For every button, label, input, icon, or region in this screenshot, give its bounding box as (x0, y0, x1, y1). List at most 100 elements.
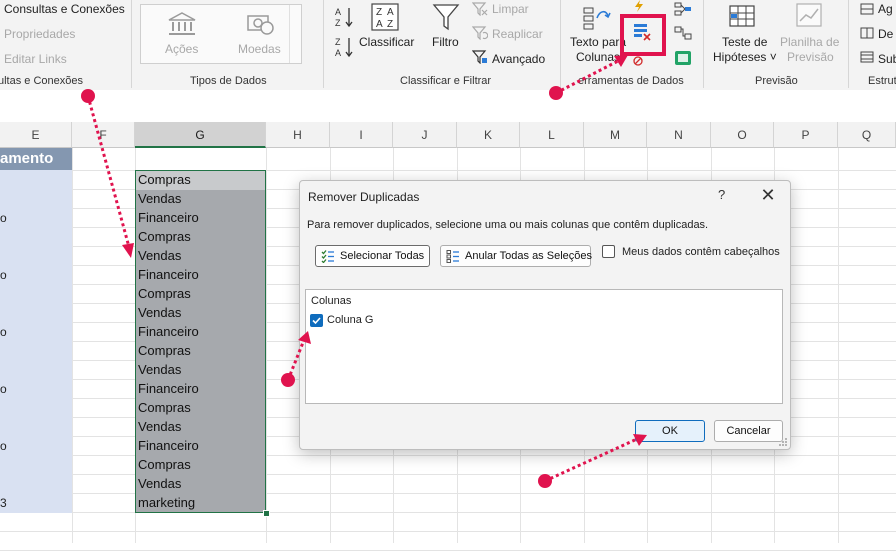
what-if-analysis-button[interactable]: Teste de (722, 35, 767, 49)
queries-connections-button[interactable]: Consultas e Conexões (4, 2, 125, 16)
cell-g[interactable]: Vendas (138, 362, 181, 377)
column-g-checkbox[interactable] (310, 314, 323, 327)
cell-g[interactable]: Financeiro (138, 324, 199, 339)
column-header-o[interactable]: O (711, 122, 774, 148)
ribbon: Consultas e Conexões Propriedades Editar… (0, 0, 896, 91)
ungroup-icon (860, 27, 874, 39)
chevron-down-icon: ˅ (769, 50, 777, 64)
data-validation-icon[interactable] (633, 56, 647, 66)
select-all-label: Selecionar Todas (340, 250, 425, 262)
cell-g[interactable]: Compras (138, 457, 191, 472)
stocks-button[interactable]: Ações (165, 42, 198, 56)
unselect-all-label: Anular Todas as Seleções (465, 250, 592, 262)
sort-za-icon[interactable]: Z A (334, 36, 354, 58)
unselect-all-button[interactable]: Anular Todas as Seleções (440, 245, 592, 267)
cell-g[interactable]: Vendas (138, 191, 181, 206)
cell-g[interactable]: Financeiro (138, 438, 199, 453)
close-button[interactable]: ✕ (755, 183, 781, 207)
cell-e[interactable]: o (0, 268, 7, 282)
forecast-sheet-line2: Previsão (787, 50, 834, 64)
cell-g[interactable]: Compras (138, 229, 191, 244)
relationships-icon[interactable] (674, 26, 692, 40)
cell-g[interactable]: Compras (138, 400, 191, 415)
reapply-button[interactable]: Reaplicar (492, 27, 543, 41)
data-model-icon[interactable] (674, 50, 692, 66)
remove-duplicates-dialog: Remover Duplicadas ? ✕ Para remover dupl… (299, 180, 791, 450)
column-header-j[interactable]: J (393, 122, 457, 148)
cell-e[interactable]: o (0, 382, 7, 396)
group-label-data-tools: erramentas de Dados (578, 75, 684, 87)
columns-list-title: Colunas (311, 295, 352, 307)
ok-button[interactable]: OK (635, 420, 705, 442)
checkmark-icon (312, 317, 321, 325)
sort-button[interactable]: Classificar (359, 35, 414, 49)
flash-fill-icon[interactable] (632, 0, 646, 12)
headers-checkbox-label[interactable]: Meus dados contêm cabeçalhos (622, 246, 780, 258)
cancel-button[interactable]: Cancelar (714, 420, 783, 442)
cell-e[interactable]: 3 (0, 496, 7, 510)
help-button[interactable]: ? (718, 187, 725, 202)
cell-e[interactable]: o (0, 325, 7, 339)
column-header-k[interactable]: K (457, 122, 520, 148)
forecast-sheet-button[interactable]: Planilha de (780, 35, 839, 49)
column-header-f[interactable]: F (72, 122, 135, 148)
column-header-i[interactable]: I (330, 122, 393, 148)
group-label-forecast: Previsão (755, 75, 798, 87)
data-types-gallery: Ações Moedas (140, 4, 302, 64)
cell-e[interactable]: o (0, 211, 7, 225)
headers-checkbox[interactable] (602, 245, 615, 258)
cell-g[interactable]: Compras (138, 172, 191, 187)
column-header-g[interactable]: G (135, 122, 266, 148)
cell-g[interactable]: Compras (138, 286, 191, 301)
dialog-title: Remover Duplicadas (308, 190, 420, 204)
stocks-icon (168, 12, 196, 35)
clear-button[interactable]: Limpar (492, 2, 529, 16)
column-header-n[interactable]: N (647, 122, 711, 148)
cell-e[interactable]: o (0, 439, 7, 453)
group-icon (860, 3, 874, 15)
outline-group-button[interactable]: Ag (878, 2, 893, 16)
column-header-h[interactable]: H (266, 122, 330, 148)
select-all-icon (321, 250, 334, 263)
cell-g[interactable]: Compras (138, 343, 191, 358)
cell-g[interactable]: Financeiro (138, 210, 199, 225)
cell-g[interactable]: Financeiro (138, 267, 199, 282)
gallery-scroll[interactable] (289, 5, 301, 63)
edit-links-button[interactable]: Editar Links (4, 52, 67, 66)
what-if-analysis-icon (729, 5, 755, 27)
group-divider (703, 0, 704, 88)
fill-handle[interactable] (263, 510, 270, 517)
cell-g[interactable]: Vendas (138, 419, 181, 434)
cell-g[interactable]: Vendas (138, 305, 181, 320)
text-to-columns-button[interactable]: Texto para (570, 35, 626, 49)
column-g-label[interactable]: Coluna G (327, 314, 373, 326)
column-header-q[interactable]: Q (838, 122, 896, 148)
advanced-filter-icon (472, 50, 487, 64)
cell-g[interactable]: marketing (138, 495, 195, 510)
group-label-outline: Estrutu (868, 75, 896, 87)
advanced-button[interactable]: Avançado (492, 52, 545, 66)
column-header-p[interactable]: P (774, 122, 838, 148)
unselect-all-icon (446, 250, 459, 263)
properties-button[interactable]: Propriedades (4, 27, 75, 41)
cell-g[interactable]: Vendas (138, 476, 181, 491)
column-header-l[interactable]: L (520, 122, 584, 148)
resize-grip-icon[interactable] (778, 437, 788, 447)
column-header-m[interactable]: M (584, 122, 647, 148)
filter-button[interactable]: Filtro (432, 35, 459, 49)
currencies-button[interactable]: Moedas (238, 42, 281, 56)
formula-bar-area (0, 90, 896, 120)
sort-az-icon[interactable]: A Z (334, 6, 354, 28)
consolidate-icon[interactable] (674, 2, 692, 16)
cell-g[interactable]: Vendas (138, 248, 181, 263)
svg-text:Z: Z (387, 19, 393, 30)
columns-list[interactable]: Colunas Coluna G (305, 289, 783, 404)
column-header-e[interactable]: E (0, 122, 72, 148)
column-e-header-cell[interactable]: amento (0, 148, 72, 170)
cell-g[interactable]: Financeiro (138, 381, 199, 396)
group-label-sort-filter: Classificar e Filtrar (400, 75, 492, 87)
column-e-fill (0, 148, 72, 513)
select-all-button[interactable]: Selecionar Todas (315, 245, 430, 267)
outline-subtotal-button[interactable]: Sub (878, 52, 896, 66)
outline-ungroup-button[interactable]: De (878, 27, 893, 41)
